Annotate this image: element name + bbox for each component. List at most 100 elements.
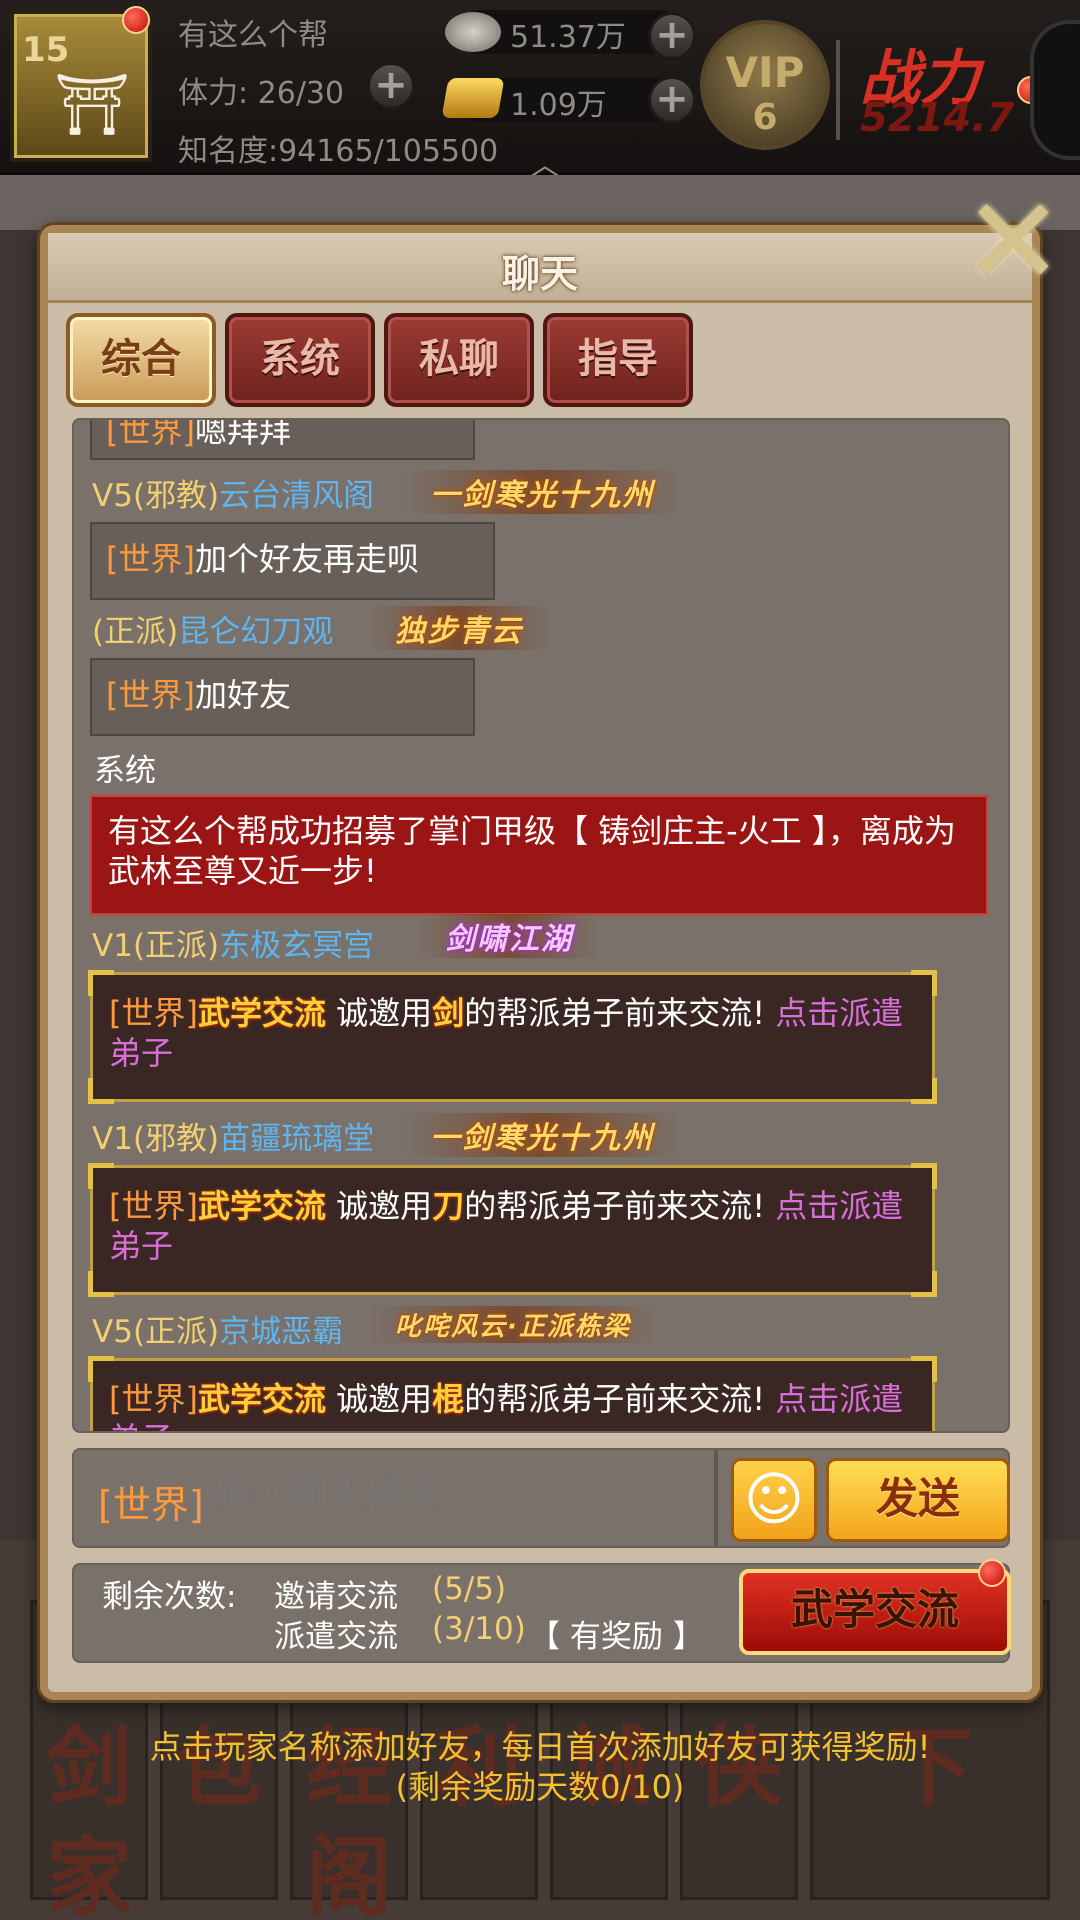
- invite-count: (5/5): [432, 1571, 507, 1607]
- frame-corner: [88, 1078, 114, 1104]
- frame-corner: [911, 1163, 937, 1189]
- guild-name: 有这么个帮: [178, 18, 328, 53]
- sender-line: (正派)昆仑幻刀观: [92, 606, 333, 651]
- chat-message: [世界]加好友: [90, 658, 475, 736]
- invite-message: [世界]武学交流 诚邀用剑的帮派弟子前来交流! 点击派遣弟子: [88, 970, 937, 1104]
- player-name-link[interactable]: 京城恶霸: [219, 1314, 343, 1350]
- chat-message-list[interactable]: [世界]嗯拜拜 V5(邪教)云台清风阁 一剑寒光十九州 [世界]加个好友再走呗 …: [72, 418, 1010, 1433]
- vip-tag: V5: [92, 1314, 133, 1350]
- player-name-link[interactable]: 昆仑幻刀观: [178, 614, 333, 650]
- reward-days-hint: (剩余奖励天数0/10): [395, 1768, 685, 1806]
- faction-tag: (正派): [132, 1314, 220, 1350]
- frame-corner: [88, 1163, 114, 1189]
- channel-selector[interactable]: [世界]: [98, 1474, 204, 1529]
- divider: [836, 40, 840, 140]
- player-name-link[interactable]: 苗疆琉璃堂: [219, 1121, 374, 1157]
- invite-text: 诚邀用: [336, 1380, 433, 1418]
- add-stamina-button[interactable]: +: [367, 62, 415, 110]
- remaining-counts-bar: 剩余次数: 邀请交流 (5/5) 派遣交流 (3/10) 【 有奖励 】 武学交…: [72, 1559, 1011, 1663]
- player-name-link[interactable]: 东极玄冥宫: [219, 928, 374, 964]
- invite-text: 的帮派弟子前来交流!: [464, 1380, 766, 1418]
- add-silver-button[interactable]: +: [648, 12, 696, 60]
- faction-tag: (正派): [92, 614, 179, 650]
- vip-tag: V1: [92, 928, 133, 964]
- frame-corner: [911, 1271, 937, 1297]
- fame-text: 知名度:94165/105500: [178, 134, 499, 169]
- tab-guide[interactable]: 指导: [543, 313, 693, 407]
- pet-avatar[interactable]: [1030, 20, 1080, 160]
- frame-corner: [88, 970, 114, 996]
- vip-tag: V5: [92, 478, 133, 514]
- invite-text: 诚邀用: [336, 1187, 433, 1225]
- weapon-tag: 剑: [432, 994, 465, 1032]
- vip-label: VIP: [725, 48, 805, 97]
- invite-message: [世界]武学交流 诚邀用棍的帮派弟子前来交流! 点击派遣弟子: [88, 1356, 937, 1431]
- sender-line: V5(正派)京城恶霸: [92, 1306, 343, 1351]
- channel-tag: [世界]: [106, 676, 195, 714]
- channel-tag: [世界]: [109, 994, 198, 1032]
- event-tag: 武学交流: [197, 994, 326, 1032]
- frame-corner: [88, 1271, 114, 1297]
- close-icon[interactable]: ✕: [963, 183, 1064, 303]
- pagoda-icon: ⛩: [54, 70, 131, 140]
- vip-level: 6: [752, 97, 778, 138]
- faction-tag: (邪教): [132, 478, 220, 514]
- event-tag: 武学交流: [197, 1187, 326, 1225]
- tab-general[interactable]: 综合: [66, 313, 216, 407]
- invite-message: [世界]武学交流 诚邀用刀的帮派弟子前来交流! 点击派遣弟子: [88, 1163, 937, 1297]
- sender-line: V1(正派)东极玄冥宫: [92, 920, 374, 965]
- reward-tag: 【 有奖励 】: [529, 1619, 704, 1655]
- sender-line: V1(邪教)苗疆琉璃堂: [92, 1113, 374, 1158]
- tab-private[interactable]: 私聊: [384, 313, 534, 407]
- invite-text: 诚邀用: [336, 994, 433, 1032]
- silver-amount: 51.37万: [510, 20, 626, 55]
- dispatch-label: 派遣交流: [274, 1619, 398, 1655]
- channel-tag: [世界]: [106, 418, 195, 450]
- frame-corner: [911, 970, 937, 996]
- gold-amount: 1.09万: [510, 88, 607, 123]
- dispatch-count: (3/10): [432, 1611, 526, 1647]
- invite-text: 的帮派弟子前来交流!: [464, 994, 766, 1032]
- event-tag: 武学交流: [197, 1380, 326, 1418]
- dialog-title: 聊天: [501, 252, 578, 296]
- chat-input-bar: [世界] ☺ 发送: [72, 1448, 1010, 1548]
- title-badge: 叱咤风云·正派栋梁: [369, 1306, 657, 1343]
- smiley-icon[interactable]: ☺: [731, 1458, 817, 1542]
- title-badge: 一剑寒光十九州: [404, 470, 680, 514]
- send-button[interactable]: 发送: [826, 1458, 1010, 1542]
- silver-icon: [445, 12, 501, 52]
- sender-line: V5(邪教)云台清风阁: [92, 470, 374, 515]
- frame-corner: [88, 1356, 114, 1382]
- weapon-tag: 棍: [432, 1380, 465, 1418]
- vip-badge[interactable]: VIP 6: [700, 20, 830, 150]
- message-text: 加个好友再走呗: [194, 540, 419, 578]
- guild-level-badge[interactable]: 15 ⛩: [10, 6, 152, 162]
- chat-message: [世界]嗯拜拜: [90, 418, 475, 460]
- vip-tag: V1: [92, 1121, 133, 1157]
- faction-tag: (正派): [132, 928, 220, 964]
- frame-corner: [911, 1078, 937, 1104]
- player-name-link[interactable]: 云台清风阁: [219, 478, 374, 514]
- add-gold-button[interactable]: +: [648, 76, 696, 124]
- system-label: 系统: [94, 753, 156, 789]
- notification-dot: [122, 6, 150, 34]
- divider: [714, 1450, 718, 1546]
- top-status-bar: 15 ⛩ 有这么个帮 体力: 26/30 + 知名度:94165/105500 …: [0, 0, 1080, 183]
- title-badge: 剑啸江湖: [419, 914, 599, 958]
- gold-ingot-icon: [441, 78, 505, 118]
- martial-exchange-button[interactable]: 武学交流: [739, 1569, 1011, 1655]
- background-strip: [0, 175, 1080, 230]
- tab-system[interactable]: 系统: [225, 313, 375, 407]
- channel-tag: [世界]: [106, 540, 195, 578]
- weapon-tag: 刀: [432, 1187, 465, 1225]
- channel-tag: [世界]: [109, 1187, 198, 1225]
- message-text: 加好友: [194, 676, 291, 714]
- remaining-label: 剩余次数:: [102, 1579, 237, 1615]
- chat-message: [世界]加个好友再走呗: [90, 522, 495, 600]
- chat-input[interactable]: [214, 1474, 594, 1517]
- channel-tag: [世界]: [109, 1380, 198, 1418]
- message-text: 嗯拜拜: [194, 418, 291, 450]
- title-badge: 独步青云: [369, 606, 549, 650]
- invite-label: 邀请交流: [274, 1579, 398, 1615]
- title-badge: 一剑寒光十九州: [404, 1113, 680, 1157]
